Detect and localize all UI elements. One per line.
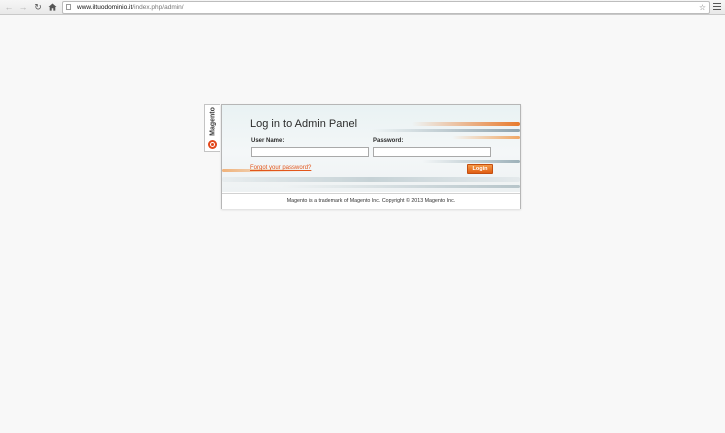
- decorative-streak: [452, 136, 520, 139]
- magento-side-tab: Magento: [204, 104, 220, 152]
- reload-icon: ↻: [34, 2, 42, 12]
- hamburger-menu-icon[interactable]: [713, 3, 721, 11]
- browser-toolbar: ← → ↻ www.iltuodominio.it/index.php/admi…: [0, 0, 725, 15]
- decorative-streak: [412, 122, 520, 126]
- login-form: Log in to Admin Panel User Name: Passwor…: [222, 105, 520, 192]
- arrow-left-icon: ←: [4, 2, 14, 12]
- url-text: www.iltuodominio.it/index.php/admin/: [77, 2, 184, 13]
- username-label: User Name:: [251, 138, 285, 144]
- decorative-streak: [222, 177, 520, 182]
- url-host: www.iltuodominio.it: [77, 4, 133, 11]
- url-path: /index.php/admin/: [132, 4, 184, 11]
- reload-button[interactable]: ↻: [33, 2, 43, 12]
- address-bar[interactable]: www.iltuodominio.it/index.php/admin/ ☆: [62, 1, 710, 14]
- forward-button[interactable]: →: [18, 2, 28, 12]
- forgot-password-link[interactable]: Forgot your password?: [250, 165, 311, 171]
- decorative-streak: [422, 160, 520, 163]
- decorative-streak: [372, 129, 520, 132]
- home-button[interactable]: [47, 2, 57, 12]
- copyright-footer: Magento is a trademark of Magento Inc. C…: [222, 193, 520, 209]
- back-button[interactable]: ←: [4, 2, 14, 12]
- magento-logo-icon: [208, 140, 217, 149]
- decorative-streak: [282, 185, 520, 188]
- password-label: Password:: [373, 138, 404, 144]
- login-button[interactable]: Login: [467, 164, 493, 174]
- magento-brand-label: Magento: [209, 107, 217, 136]
- arrow-right-icon: →: [18, 2, 28, 12]
- star-icon[interactable]: ☆: [699, 2, 706, 13]
- page-icon: [66, 4, 71, 10]
- username-input[interactable]: [251, 147, 369, 157]
- login-panel: Log in to Admin Panel User Name: Passwor…: [221, 104, 521, 209]
- password-input[interactable]: [373, 147, 491, 157]
- home-icon: [48, 3, 56, 11]
- page-title: Log in to Admin Panel: [250, 118, 358, 130]
